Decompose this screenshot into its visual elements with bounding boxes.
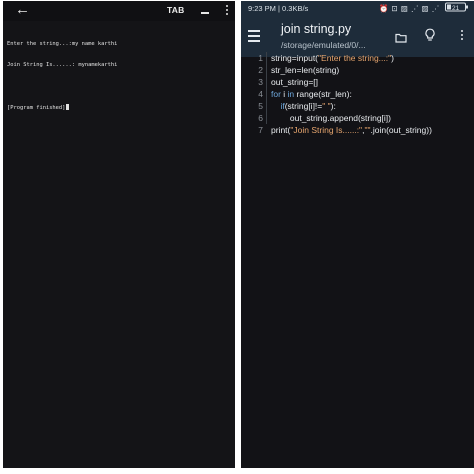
more-options-icon[interactable]: [226, 5, 229, 17]
line-number: 5: [258, 101, 263, 111]
code-text: out_string=[]: [271, 76, 318, 88]
terminal-line-finished: [Program finished]: [7, 104, 233, 112]
minimize-icon[interactable]: [201, 12, 209, 14]
code-text: str_len=len(string): [271, 64, 339, 76]
terminal-line: Join String Is......: mynamekarthi: [7, 62, 118, 68]
code-text: string=input("Enter the string...:"): [271, 52, 394, 64]
code-token: string=input(: [271, 53, 319, 63]
code-token: ):: [330, 101, 336, 111]
code-token: out_string=[]: [271, 77, 319, 87]
terminal-line: Enter the string...:my name karthi: [7, 41, 118, 47]
code-line[interactable]: 3 out_string=[]: [241, 76, 474, 88]
code-line[interactable]: 4 for i in range(str_len):: [241, 88, 474, 100]
code-text: print("Join String Is......:","".join(ou…: [271, 124, 432, 136]
code-token: "Join String Is......:": [290, 125, 363, 135]
line-number: 7: [258, 125, 263, 135]
code-token: range(str_len):: [294, 89, 352, 99]
code-line[interactable]: 6 out_string.append(string[i]): [241, 112, 474, 124]
back-arrow-icon[interactable]: ←: [15, 2, 33, 20]
code-token: out_string.append(string[i]): [271, 113, 392, 123]
code-token: if: [271, 101, 285, 111]
file-title: join string.py: [281, 22, 352, 36]
line-number: 6: [258, 113, 263, 123]
code-token: i: [280, 89, 288, 99]
code-token: print(: [271, 125, 291, 135]
status-bar: 9:23 PM | 0.3KB/s ⏰ ⊡ ▨ ⋰ ▨ ⋰ 21: [241, 1, 474, 17]
code-token: for: [271, 89, 281, 99]
lightbulb-icon[interactable]: [424, 28, 436, 42]
code-text: for i in range(str_len):: [271, 88, 352, 100]
battery-indicator: 21: [445, 1, 469, 17]
code-text: out_string.append(string[i]): [271, 112, 391, 124]
line-number: 4: [258, 89, 263, 99]
terminal-cursor: [66, 104, 70, 110]
code-token: " ": [322, 101, 331, 111]
code-area[interactable]: 1 string=input("Enter the string...:") 2 st…: [241, 52, 474, 452]
code-token: "Enter the string...:": [318, 53, 392, 63]
terminal-top-bar: ← TAB: [3, 1, 235, 21]
code-line[interactable]: 5 if(string[i]!=" "):: [241, 100, 474, 112]
folder-icon[interactable]: [395, 30, 407, 43]
code-line[interactable]: 7 print("Join String Is......:","".join(o…: [241, 124, 474, 136]
tab-key-button[interactable]: TAB: [167, 5, 184, 15]
battery-level: 21: [452, 5, 460, 12]
code-token: .join(out_string)): [370, 125, 432, 135]
line-number: 2: [258, 65, 263, 75]
editor-panel: 9:23 PM | 0.3KB/s ⏰ ⊡ ▨ ⋰ ▨ ⋰ 21 join st…: [241, 1, 474, 468]
overflow-menu-icon[interactable]: [461, 30, 464, 42]
terminal-panel: ← TAB Enter the string...:my name karthi…: [3, 1, 235, 468]
line-number: 1: [258, 53, 263, 63]
code-token: (string[i]!=: [284, 101, 323, 111]
editor-app-bar: join string.py /storage/emulated/0/...: [241, 17, 474, 57]
code-token: ): [391, 53, 394, 63]
line-number: 3: [258, 77, 263, 87]
code-text: if(string[i]!=" "):: [271, 100, 336, 112]
code-line[interactable]: 1 string=input("Enter the string...:"): [241, 52, 474, 64]
code-line[interactable]: 2 str_len=len(string): [241, 64, 474, 76]
status-icons: ⏰ ⊡ ▨ ⋰ ▨ ⋰: [379, 4, 440, 13]
terminal-output[interactable]: Enter the string...:my name karthi Join …: [7, 27, 233, 126]
status-time: 9:23 PM | 0.3KB/s: [248, 4, 309, 13]
code-token: str_len=len(string): [271, 65, 340, 75]
hamburger-menu-icon[interactable]: [248, 30, 260, 45]
file-path: /storage/emulated/0/...: [281, 40, 366, 50]
